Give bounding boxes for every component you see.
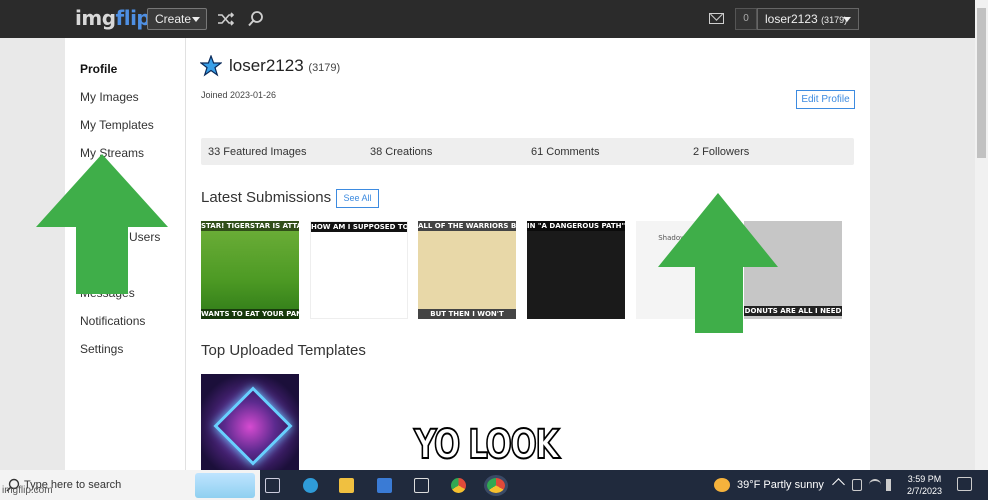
- stat-comments[interactable]: 61 Comments: [531, 146, 599, 158]
- search-highlight-image: [195, 473, 255, 498]
- stat-creations[interactable]: 38 Creations: [370, 146, 432, 158]
- shuffle-icon[interactable]: [217, 10, 235, 28]
- user-menu-button[interactable]: loser2123 (3179): [757, 8, 859, 30]
- submission-thumbnail[interactable]: IN "A DANGEROUS PATH": UPVOTE: [527, 221, 625, 319]
- create-button[interactable]: Create: [147, 8, 207, 30]
- top-templates-heading: Top Uploaded Templates: [201, 342, 366, 359]
- edge-icon[interactable]: [303, 478, 318, 493]
- imgflip-watermark: imgflip.com: [2, 485, 53, 496]
- template-thumbnail[interactable]: [201, 374, 299, 470]
- sidebar-item-settings[interactable]: Settings: [80, 342, 123, 356]
- see-all-button[interactable]: See All: [336, 189, 379, 208]
- submission-thumbnail[interactable]: ALL OF THE WARRIORS BOOKS!!! (THE ERINS …: [418, 221, 516, 319]
- submission-thumbnail[interactable]: HOW AM I SUPPOSED TO WHO THAT I FOLLOWER…: [310, 221, 408, 319]
- clock-date: 2/7/2023: [907, 486, 943, 496]
- sidebar-item-profile[interactable]: Profile: [80, 62, 117, 76]
- sidebar-item-my-images[interactable]: My Images: [80, 90, 139, 104]
- joined-date: Joined 2023-01-26: [201, 90, 277, 100]
- weather-text[interactable]: 39°F Partly sunny: [737, 479, 824, 491]
- volume-icon[interactable]: [886, 479, 898, 491]
- file-explorer-icon[interactable]: [339, 478, 354, 493]
- upvote-arrow-icon: [658, 193, 778, 333]
- scrollbar-thumb[interactable]: [977, 8, 986, 158]
- chevron-down-icon: [843, 17, 851, 22]
- upvote-arrow-icon: [36, 154, 168, 294]
- office-icon[interactable]: [414, 478, 429, 493]
- profile-stats-bar: 33 Featured Images 38 Creations 61 Comme…: [201, 138, 854, 165]
- battery-icon[interactable]: [852, 479, 862, 491]
- search-icon[interactable]: [247, 10, 265, 28]
- notification-count[interactable]: 0: [735, 8, 757, 30]
- sidebar-item-my-templates[interactable]: My Templates: [80, 118, 154, 132]
- edit-profile-button[interactable]: Edit Profile: [796, 90, 855, 109]
- submission-thumbnail[interactable]: STAR! TIGERSTAR IS ATTACK THE THINDERCLA…: [201, 221, 299, 319]
- imgflip-logo[interactable]: imgflip: [75, 6, 151, 30]
- chevron-up-icon[interactable]: [832, 478, 845, 491]
- weather-icon: [714, 478, 730, 492]
- sidebar-item-notifications[interactable]: Notifications: [80, 314, 145, 328]
- mail-icon[interactable]: [377, 478, 392, 493]
- chevron-down-icon: [192, 17, 200, 22]
- mail-icon[interactable]: [709, 13, 724, 24]
- stat-featured-images[interactable]: 33 Featured Images: [208, 146, 306, 158]
- chrome-active-icon[interactable]: [487, 478, 505, 493]
- star-icon: [200, 55, 222, 77]
- notification-center-icon[interactable]: [957, 477, 972, 491]
- latest-submissions-heading: Latest Submissions: [201, 189, 332, 206]
- wifi-icon[interactable]: [869, 479, 881, 491]
- windows-taskbar: Type here to search 39°F Partly sunny 3:…: [0, 470, 988, 500]
- stat-followers[interactable]: 2 Followers: [693, 146, 749, 158]
- profile-username: loser2123 (3179): [229, 56, 341, 75]
- task-view-icon[interactable]: [265, 478, 280, 493]
- clock-time: 3:59 PM: [907, 474, 942, 484]
- top-nav: imgflip Create 0 loser2123 (3179): [0, 0, 975, 38]
- chrome-icon[interactable]: [451, 478, 466, 493]
- meme-caption: YO LOOK: [413, 421, 560, 469]
- system-clock[interactable]: 3:59 PM 2/7/2023: [907, 473, 942, 497]
